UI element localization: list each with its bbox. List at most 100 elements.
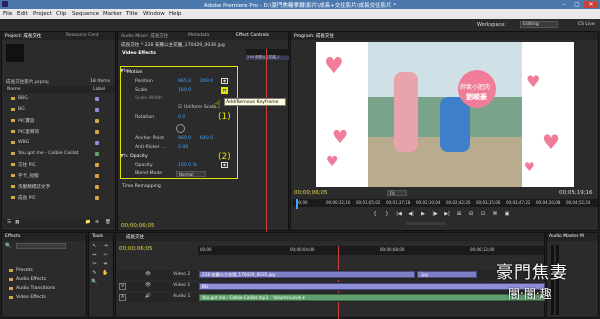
search-icon[interactable]: 🔍 xyxy=(5,243,11,249)
list-item[interactable]: 洗髮精標誌文字 xyxy=(3,182,115,192)
program-timecode[interactable]: 00;00;06;05 xyxy=(294,190,328,196)
workspace-select[interactable]: Editing xyxy=(520,21,558,28)
tab-project[interactable]: Project: 成長交往 xyxy=(5,33,41,39)
tool-button[interactable]: ✎ xyxy=(91,270,98,276)
tab-effect-controls[interactable]: Effect Controls xyxy=(236,33,269,38)
close-button[interactable]: ✕ xyxy=(584,1,598,8)
menu-sequence[interactable]: Sequence xyxy=(72,11,99,17)
eye-icon[interactable]: 👁 xyxy=(145,283,151,288)
transport-button[interactable]: |▶ xyxy=(431,211,439,218)
transport-button[interactable]: ▣ xyxy=(503,211,511,218)
timeline-timecode[interactable]: 00;00;06;05 xyxy=(119,246,153,252)
maximize-button[interactable]: ▢ xyxy=(571,1,583,8)
list-item[interactable]: BBG xyxy=(3,94,115,104)
transport-button[interactable]: ⌘ xyxy=(491,211,499,218)
delete-icon[interactable]: 🗑 xyxy=(105,220,111,225)
transport-button[interactable]: |◀ xyxy=(395,211,403,218)
blend-mode-select[interactable]: Normal xyxy=(176,171,206,177)
menu-help[interactable]: Help xyxy=(169,11,182,17)
tool-button[interactable]: ✋ xyxy=(102,270,109,276)
track-target-a[interactable]: A xyxy=(119,294,127,301)
menu-clip[interactable]: Clip xyxy=(56,11,66,17)
opacity-value[interactable]: 100.0 % xyxy=(178,163,197,168)
fx-motion-icon[interactable]: ▼fx xyxy=(120,69,128,74)
clip-a1-level[interactable]: Volume:Level ▾ xyxy=(273,295,304,300)
track-target-v[interactable]: V xyxy=(119,283,127,290)
tab-program[interactable]: Program: 成長交往 xyxy=(294,33,334,39)
list-item[interactable]: WBG xyxy=(3,138,115,148)
list-item[interactable]: 字卡_短版 xyxy=(3,171,115,181)
tab-audio-mixer[interactable]: Audio Mixer: 成長交往 xyxy=(121,33,168,39)
tool-button[interactable]: ↖ xyxy=(91,243,98,249)
scale-keyframe-button[interactable]: ◆ xyxy=(221,87,228,94)
clip-v2-main[interactable]: 228 安麗公主花園_170429_0035.jpg xyxy=(199,271,415,278)
position-y[interactable]: 269.0 xyxy=(200,79,213,84)
transport-button[interactable]: } xyxy=(383,211,391,218)
tab-tools[interactable]: Tools xyxy=(92,234,103,239)
menu-marker[interactable]: Marker xyxy=(103,11,122,17)
effects-list-item[interactable]: Video Effects xyxy=(5,294,85,302)
speaker-icon[interactable]: 🔊 xyxy=(145,294,151,299)
list-item[interactable]: You got me - Colbie Caillat xyxy=(3,149,115,159)
transport-button[interactable]: ⊟ xyxy=(467,211,475,218)
clip-v2-next[interactable]: .jpg xyxy=(417,271,477,278)
menu-project[interactable]: Project xyxy=(33,11,52,17)
tab-resource-central[interactable]: Resource Cent xyxy=(66,33,99,38)
clip-v1[interactable]: BG xyxy=(199,283,545,290)
tool-button[interactable]: ⇔ xyxy=(91,252,98,258)
scale-value[interactable]: 160.0 xyxy=(178,88,191,93)
antiflicker-value[interactable]: 0.00 xyxy=(178,145,188,150)
effects-search-input[interactable] xyxy=(16,243,66,249)
eye-icon[interactable]: 👁 xyxy=(145,272,151,277)
transport-button[interactable]: ◀| xyxy=(407,211,415,218)
tool-button[interactable]: ✂ xyxy=(91,261,98,267)
timeline-ruler[interactable]: 00;00 00;00;04;00 00;00;08;00 00;00;12;00 xyxy=(198,246,544,255)
ec-timecode[interactable]: 00;00;06;05 xyxy=(121,223,155,229)
transport-button[interactable]: ⊡ xyxy=(479,211,487,218)
menu-window[interactable]: Window xyxy=(143,11,165,17)
effects-list-item[interactable]: Audio Transitions xyxy=(5,285,85,293)
anchor-x[interactable]: 960.0 xyxy=(178,136,191,141)
effects-list-item[interactable]: Audio Effects xyxy=(5,276,85,284)
position-x[interactable]: 965.0 xyxy=(178,79,191,84)
list-view-icon[interactable]: ☰ xyxy=(7,220,11,225)
transport-button[interactable]: { xyxy=(371,211,379,218)
fx-opacity-icon[interactable]: ▼fx xyxy=(120,154,128,159)
tab-audio-master[interactable]: Audio Master M xyxy=(549,234,584,239)
tool-button[interactable]: ⇹ xyxy=(102,261,109,267)
rotation-value[interactable]: 0.0 xyxy=(178,115,185,120)
opacity-keyframe-button[interactable]: ◆ xyxy=(221,162,228,168)
list-item[interactable]: 交往 PIC xyxy=(3,160,115,170)
new-bin-icon[interactable]: 📁 xyxy=(85,220,91,225)
tool-button[interactable]: ⇿ xyxy=(102,252,109,258)
uniform-scale-checkbox[interactable]: ☑ xyxy=(178,105,182,110)
program-playhead[interactable] xyxy=(296,199,298,209)
jog-shuttle[interactable] xyxy=(406,222,446,225)
tool-button[interactable]: 🔍 xyxy=(91,279,98,285)
cs-live-button[interactable]: CS Live xyxy=(578,22,595,27)
menu-file[interactable]: File xyxy=(3,11,12,17)
minimize-button[interactable]: – xyxy=(558,1,570,8)
tab-effects[interactable]: Effects xyxy=(5,234,20,239)
tab-timeline[interactable]: 成長交往 xyxy=(126,234,144,240)
program-ruler[interactable]: 00;00 00;00;32;16 00;01;05;02 00;01;37;18 00… xyxy=(293,199,598,207)
transport-button[interactable]: ▶ xyxy=(419,211,427,218)
header-name[interactable]: Name xyxy=(7,87,21,92)
list-item[interactable]: 成長 PIC xyxy=(3,193,115,203)
icon-view-icon[interactable]: ▦ xyxy=(15,220,19,225)
header-label[interactable]: Label xyxy=(93,87,105,92)
anchor-y[interactable]: 640.0 xyxy=(200,136,213,141)
tab-metadata[interactable]: Metadata xyxy=(188,33,209,38)
ec-playhead[interactable] xyxy=(266,49,267,232)
menu-title[interactable]: Title xyxy=(126,11,138,17)
effects-list-item[interactable]: Presets xyxy=(5,267,85,275)
transport-button[interactable]: ▶| xyxy=(443,211,451,218)
new-item-icon[interactable]: ⊕ xyxy=(95,220,99,225)
fit-select[interactable]: Fit xyxy=(387,190,407,196)
list-item[interactable]: BG xyxy=(3,105,115,115)
transport-button[interactable]: ⊞ xyxy=(455,211,463,218)
clip-a1[interactable]: You got me - Colbie Caillat.mp3 Volume:L… xyxy=(199,294,545,301)
list-item[interactable]: PIC寶貝 xyxy=(3,116,115,126)
position-keyframe-button[interactable]: ◆ xyxy=(221,78,228,84)
list-item[interactable]: PIC愛哪哥 xyxy=(3,127,115,137)
